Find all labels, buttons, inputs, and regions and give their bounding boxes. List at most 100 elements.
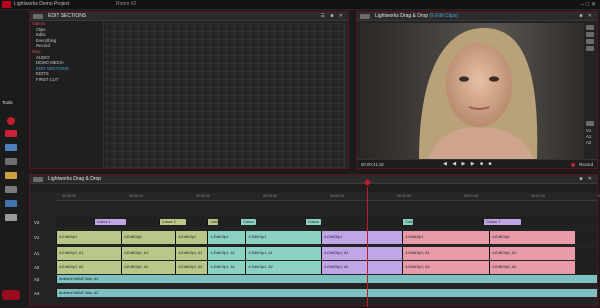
bin-scrollbar[interactable] xyxy=(343,23,346,168)
track-lane[interactable]: 4-EditClip1, A2 4-EditClip1, A2 4-EditClip… xyxy=(56,261,597,274)
viewer-header: Lightworks Drag & Drop (9 Edit Clips) ■ … xyxy=(357,12,597,21)
video-clip[interactable]: 4-EditClip1 xyxy=(207,231,246,244)
track-lane[interactable]: Ambient WAVE Wav, A1 xyxy=(56,275,597,283)
video-clip[interactable]: 4-EditClip1 xyxy=(488,231,576,244)
effect-clip[interactable]: Colour xyxy=(402,219,414,225)
video-frame[interactable] xyxy=(359,23,584,159)
viewer-icon xyxy=(360,14,370,19)
track-label[interactable]: V1 xyxy=(34,235,39,240)
audio-clip[interactable]: 4-EditClip1, A1 xyxy=(56,247,121,260)
audio-clip[interactable]: Ambient WAVE Wav, A2 xyxy=(56,289,597,297)
settings-icon[interactable] xyxy=(586,121,594,126)
panel-title: EDIT SECTIONS xyxy=(48,13,87,19)
effect-clip[interactable]: Colour 3 xyxy=(207,219,219,225)
bin-content-grid[interactable] xyxy=(106,23,346,168)
track-label-a1[interactable]: A1 xyxy=(586,134,595,139)
audio-clip[interactable]: 4-EditClip1, A2 xyxy=(245,261,322,274)
bin-icon xyxy=(33,14,43,19)
ruler-tick-label: 00:00:00 xyxy=(62,194,76,198)
video-clip[interactable]: 4-EditClip1 xyxy=(120,231,175,244)
timecode-display[interactable]: 00:00:41;18 xyxy=(361,162,384,167)
timeline-toolbar[interactable] xyxy=(30,184,597,192)
grid-icon[interactable] xyxy=(586,39,594,44)
video-clip[interactable]: 4-EditClip1 xyxy=(56,231,121,244)
table-tool-icon[interactable] xyxy=(5,186,17,193)
timeline-ruler[interactable]: 00:00:00 00:00:10 00:00:20 00:00:30 00:00:40… xyxy=(56,193,600,201)
track-label[interactable]: V3 xyxy=(34,220,39,225)
track-label[interactable]: A4 xyxy=(34,291,39,296)
track-lane[interactable]: Colour 1 Colour 2 Colour 3 Colour Colour Colo… xyxy=(56,217,597,227)
viewer-controls: 00:00:41;18 ◀ ◀ ▶ ▶ ■ ■ Record xyxy=(357,159,597,168)
audio-clip[interactable]: 4-EditClip1, A2 xyxy=(175,261,208,274)
track-lane[interactable]: 4-EditClip1 4-EditClip1 4-EditClip1 4-EditC… xyxy=(56,231,597,244)
ruler-tick-label: 00:01:10 xyxy=(531,194,545,198)
audio-clip[interactable]: 4-EditClip1, A1 xyxy=(402,247,489,260)
effect-clip[interactable]: Colour 7 xyxy=(483,219,522,225)
record-label[interactable]: Record xyxy=(579,162,593,167)
track-lane[interactable]: Ambient WAVE Wav, A2 xyxy=(56,289,597,297)
track-v1: V1 4-EditClip1 4-EditClip1 4-EditClip1 4-Edi… xyxy=(30,231,597,244)
playhead[interactable] xyxy=(367,187,368,307)
effect-clip[interactable]: Colour 2 xyxy=(158,219,186,225)
viewer-panel: Lightworks Drag & Drop (9 Edit Clips) ■ … xyxy=(356,11,598,169)
audio-clip[interactable]: 4-EditClip1, A2 xyxy=(207,261,246,274)
tree-item[interactable]: FIRST CUT xyxy=(30,77,103,83)
list-icon[interactable] xyxy=(586,32,594,37)
media-tool-icon[interactable] xyxy=(5,130,17,137)
tools-label: Tools xyxy=(2,100,13,105)
audio-clip[interactable]: 4-EditClip1, A2 xyxy=(321,261,403,274)
folder-tool-icon[interactable] xyxy=(5,172,17,179)
sequence-tool-icon[interactable] xyxy=(5,158,17,165)
video-clip[interactable]: 4-EditClip1 xyxy=(245,231,322,244)
ruler-tick-label: 00:00:30 xyxy=(263,194,277,198)
audio-clip[interactable]: Ambient WAVE Wav, A1 xyxy=(56,275,597,283)
export-tool-icon[interactable] xyxy=(5,200,17,207)
viewer-buttons[interactable]: ■ ✕ xyxy=(579,12,594,21)
timeline-icon xyxy=(33,177,43,182)
video-clip[interactable]: 4-EditClip1 xyxy=(321,231,403,244)
viewer-subtitle: (9 Edit Clips) xyxy=(429,13,459,19)
track-label[interactable]: A1 xyxy=(34,251,39,256)
effect-clip[interactable]: Colour xyxy=(239,219,257,225)
track-label[interactable]: A3 xyxy=(34,277,39,282)
menu-icon[interactable] xyxy=(586,25,594,30)
record-tool-icon[interactable] xyxy=(7,117,15,125)
audio-clip[interactable]: 4-EditClip1, A1 xyxy=(175,247,208,260)
project-title: Lightworks Demo Project xyxy=(14,1,70,7)
track-lane[interactable]: 4-EditClip1, A1 4-EditClip1, A1 4-EditClip… xyxy=(56,247,597,260)
bins-tool-icon[interactable] xyxy=(5,144,17,151)
app-titlebar: Lightworks Demo Project Room #2 – □ ✕ xyxy=(0,0,600,10)
track-a1: A1 4-EditClip1, A1 4-EditClip1, A1 4-EditCl… xyxy=(30,247,597,260)
record-indicator-icon xyxy=(571,163,575,167)
panel-buttons[interactable]: ☰ ■ ✕ xyxy=(321,12,345,21)
ruler-tick-label: 00:01:00 xyxy=(464,194,478,198)
viewer-title: Lightworks Drag & Drop xyxy=(375,13,429,19)
track-a4: A4 Ambient WAVE Wav, A2 xyxy=(30,289,597,297)
room-tab[interactable]: Room #2 xyxy=(116,1,136,7)
bin-tree: Videos Clips Edits Everything Record New… xyxy=(30,21,104,168)
audio-clip[interactable]: 4-EditClip1, A2 xyxy=(488,261,576,274)
audio-clip[interactable]: 4-EditClip1, A2 xyxy=(402,261,489,274)
ruler-tick-label: 00:00:40 xyxy=(330,194,344,198)
audio-clip[interactable]: 4-EditClip1, A1 xyxy=(207,247,246,260)
track-label-a2[interactable]: A2 xyxy=(586,140,595,145)
audio-clip[interactable]: 4-EditClip1, A1 xyxy=(120,247,175,260)
audio-clip[interactable]: 4-EditClip1, A1 xyxy=(321,247,403,260)
timeline-panel: Lightworks Drag & Drop ■ ✕ 00:00:00 00:00… xyxy=(29,174,600,306)
video-clip[interactable]: 4-EditClip1 xyxy=(175,231,208,244)
timeline-buttons[interactable]: ■ ✕ xyxy=(579,175,594,184)
user-tool-icon[interactable] xyxy=(5,214,17,221)
effect-clip[interactable]: Colour 1 xyxy=(93,219,127,225)
ruler-tick-label: 00:00:10 xyxy=(129,194,143,198)
transport-controls[interactable]: ◀ ◀ ▶ ▶ ■ ■ xyxy=(443,161,493,167)
audio-clip[interactable]: 4-EditClip1, A1 xyxy=(488,247,576,260)
audio-clip[interactable]: 4-EditClip1, A1 xyxy=(245,247,322,260)
video-clip[interactable]: 4-EditClip1 xyxy=(402,231,489,244)
tiles-icon[interactable] xyxy=(586,46,594,51)
audio-clip[interactable]: 4-EditClip1, A2 xyxy=(120,261,175,274)
audio-clip[interactable]: 4-EditClip1, A2 xyxy=(56,261,121,274)
track-label[interactable]: A2 xyxy=(34,265,39,270)
effect-clip[interactable]: Colour xyxy=(304,219,322,225)
track-label-v1[interactable]: V1 xyxy=(586,128,595,133)
window-controls[interactable]: – □ ✕ xyxy=(581,1,596,8)
